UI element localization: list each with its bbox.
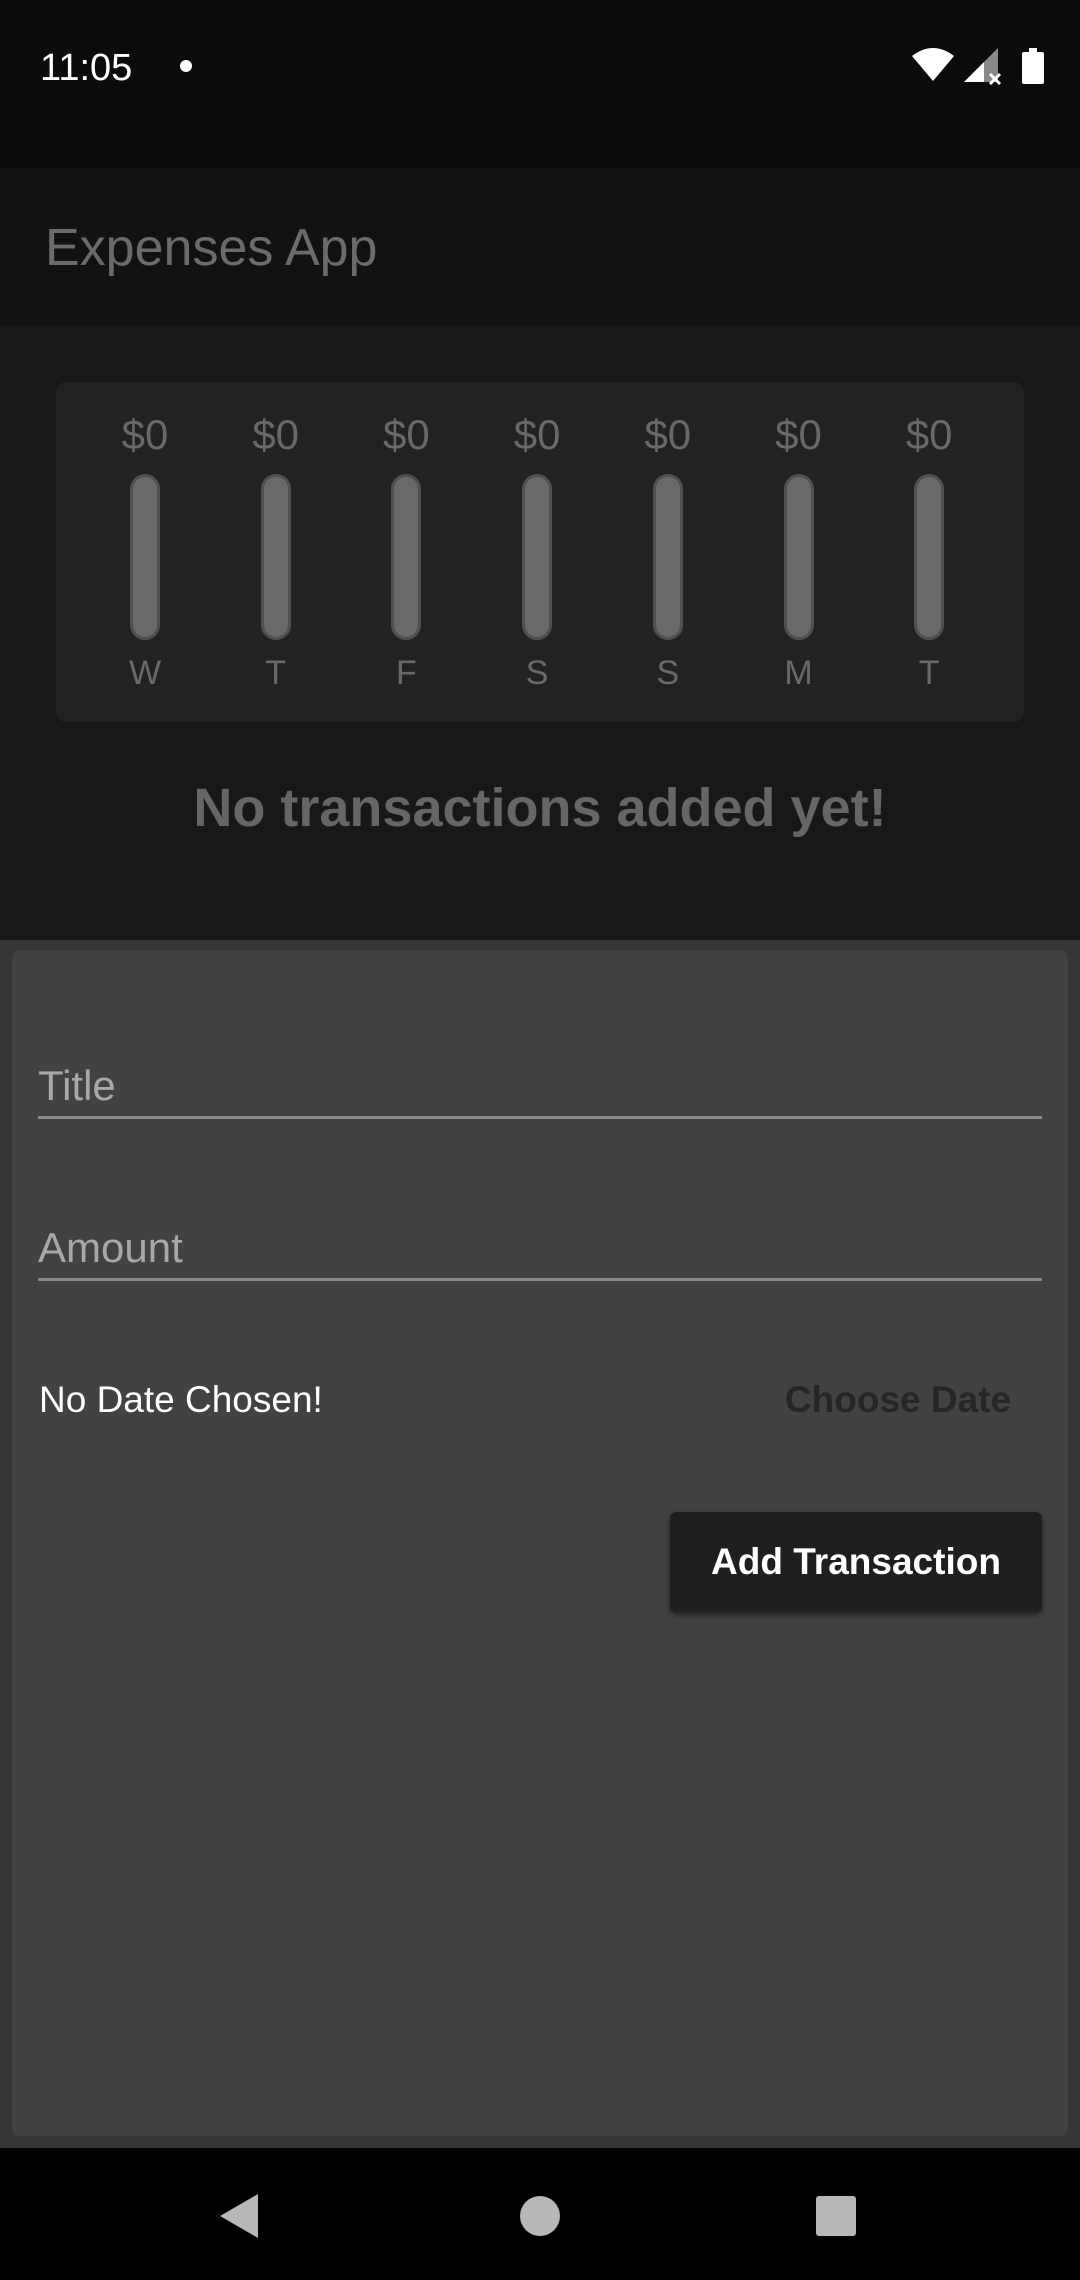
chosen-date-label: No Date Chosen! <box>39 1379 323 1420</box>
chart-column: $0 S <box>472 382 602 722</box>
new-transaction-sheet: No Date Chosen! Choose Date Add Transact… <box>12 950 1068 2136</box>
chart-spending-bar <box>783 474 814 640</box>
app-bar: Expenses App <box>0 168 1080 326</box>
chart-column: $0 S <box>603 382 733 722</box>
chart-day-label: T <box>918 654 940 692</box>
weekly-chart-card: $0 W $0 T $0 F $0 S $0 S $0 M $0 T <box>56 382 1024 722</box>
wifi-icon <box>912 48 954 81</box>
notification-dot-icon <box>180 60 192 72</box>
chart-spending-bar <box>391 474 422 640</box>
choose-date-button[interactable]: Choose Date <box>752 1370 1044 1430</box>
status-bar: 11:05 <box>0 0 1080 168</box>
recents-icon[interactable] <box>804 2184 868 2248</box>
back-icon[interactable] <box>208 2184 272 2248</box>
add-transaction-button[interactable]: Add Transaction <box>670 1512 1042 1612</box>
app-title: Expenses App <box>45 219 378 277</box>
chart-spending-bar <box>260 474 291 640</box>
title-input[interactable] <box>38 1056 1042 1119</box>
amount-input[interactable] <box>38 1218 1042 1281</box>
chart-day-amount: $0 <box>121 411 169 458</box>
cell-signal-icon <box>964 48 1002 86</box>
chart-spending-bar <box>914 474 945 640</box>
chart-spending-bar <box>130 474 160 640</box>
chart-day-amount: $0 <box>644 411 692 458</box>
empty-transactions-message: No transactions added yet! <box>193 778 887 838</box>
battery-icon <box>1022 48 1044 84</box>
chart-day-label: S <box>525 654 549 692</box>
chart-column: $0 T <box>211 382 341 722</box>
main-content: $0 W $0 T $0 F $0 S $0 S $0 M $0 T No transactions ad… <box>0 326 1080 940</box>
chart-day-amount: $0 <box>905 411 953 458</box>
chart-spending-bar <box>522 474 553 640</box>
chart-day-label: T <box>265 654 287 692</box>
chart-day-amount: $0 <box>775 411 822 458</box>
chart-day-label: M <box>784 654 813 692</box>
chart-day-amount: $0 <box>383 411 430 458</box>
chart-day-amount: $0 <box>252 411 300 458</box>
status-time: 11:05 <box>40 47 133 89</box>
system-nav-bar <box>0 2148 1080 2280</box>
chart-column: $0 M <box>734 382 864 722</box>
chart-day-amount: $0 <box>513 411 561 458</box>
chart-column: $0 F <box>341 382 471 722</box>
chart-day-label: S <box>656 654 680 692</box>
chart-column: $0 W <box>80 382 210 722</box>
chart-day-label: F <box>396 654 417 692</box>
chart-day-label: W <box>128 654 162 692</box>
chart-spending-bar <box>652 474 683 640</box>
home-icon[interactable] <box>508 2184 572 2248</box>
chart-column: $0 T <box>864 382 994 722</box>
